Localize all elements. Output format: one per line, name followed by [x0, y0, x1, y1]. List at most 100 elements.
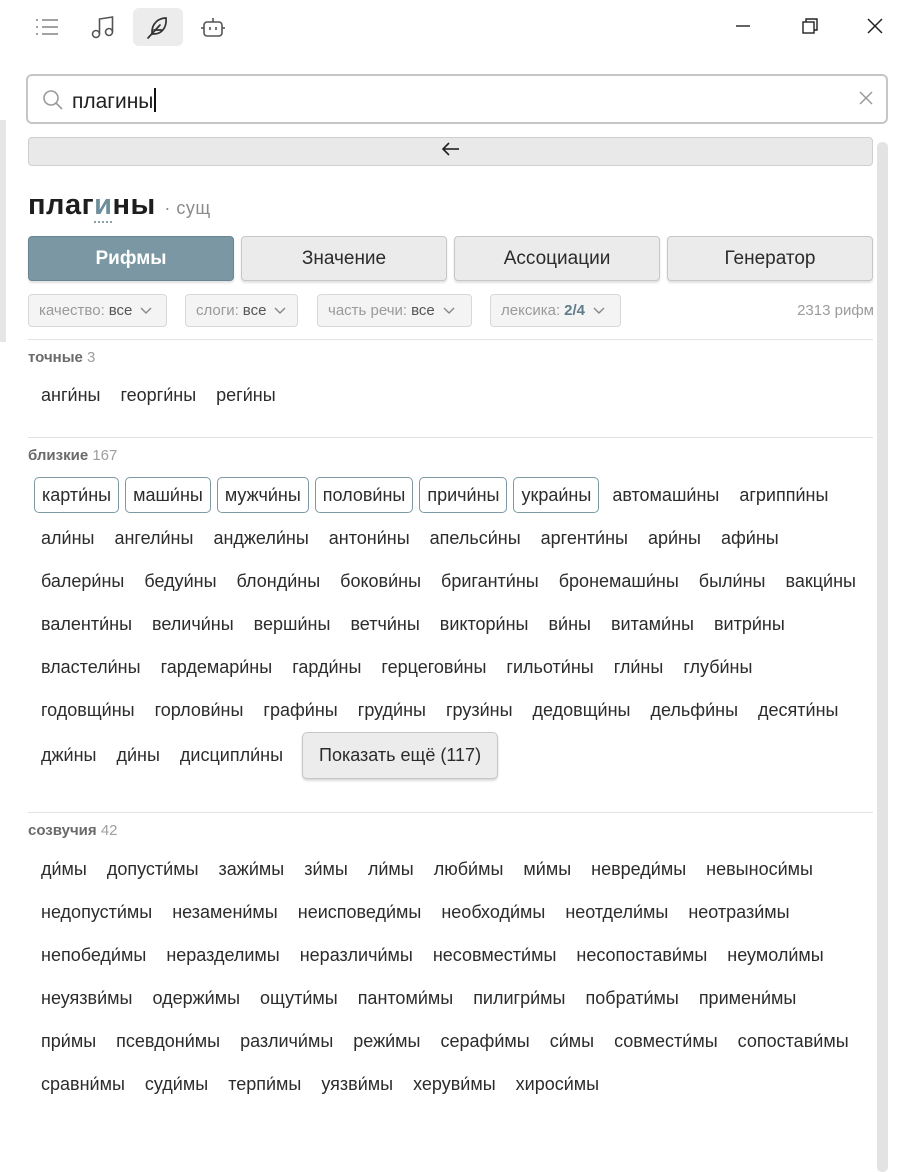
rhyme-word[interactable]: пантоми́мы	[351, 977, 461, 1020]
part-of-speech-filter[interactable]: часть речи: все	[317, 294, 472, 327]
rhyme-word[interactable]: автомаши́ны	[605, 474, 726, 517]
rhyme-word[interactable]: маши́ны	[125, 477, 211, 513]
restore-icon[interactable]	[787, 8, 833, 44]
rhyme-word[interactable]: дисципли́ны	[173, 734, 290, 777]
rhyme-word[interactable]: неразделимы	[159, 934, 286, 977]
close-icon[interactable]	[852, 8, 898, 44]
rhyme-word[interactable]: неотдели́мы	[558, 891, 675, 934]
rhyme-word[interactable]: блонди́ны	[230, 560, 328, 603]
tab-associations[interactable]: Ассоциации	[454, 236, 660, 281]
rhyme-word[interactable]: невыноси́мы	[699, 848, 820, 891]
rhyme-word[interactable]: глуби́ны	[676, 646, 759, 689]
tab-rhymes[interactable]: Рифмы	[28, 236, 234, 281]
rhyme-word[interactable]: ари́ны	[641, 517, 708, 560]
rhyme-word[interactable]: допусти́мы	[100, 848, 206, 891]
rhyme-word[interactable]: ди́ны	[109, 734, 166, 777]
rhyme-word[interactable]: ли́мы	[361, 848, 421, 891]
quality-filter[interactable]: качество: все	[28, 294, 167, 327]
rhyme-word[interactable]: мужчи́ны	[216, 477, 309, 513]
rhyme-word[interactable]: невреди́мы	[584, 848, 693, 891]
rhyme-word[interactable]: при́мы	[34, 1020, 103, 1063]
clear-search-icon[interactable]	[858, 90, 874, 111]
rhyme-word[interactable]: али́ны	[34, 517, 101, 560]
rhyme-word[interactable]: бронемаши́ны	[552, 560, 686, 603]
rhyme-word[interactable]: незамени́мы	[165, 891, 285, 934]
rhyme-word[interactable]: полови́ны	[314, 477, 414, 513]
rhyme-word[interactable]: суди́мы	[138, 1063, 215, 1106]
rhyme-word[interactable]: вакци́ны	[778, 560, 863, 603]
show-more-button[interactable]: Показать ещё (117)	[302, 732, 499, 779]
rhyme-word[interactable]: сопостави́мы	[731, 1020, 856, 1063]
music-note-icon[interactable]	[78, 8, 128, 46]
syllables-filter[interactable]: слоги: все	[185, 294, 298, 327]
rhyme-word[interactable]: хироси́мы	[509, 1063, 606, 1106]
rhyme-word[interactable]: неумоли́мы	[720, 934, 830, 977]
rhyme-word[interactable]: были́ны	[692, 560, 773, 603]
rhyme-word[interactable]: побрати́мы	[579, 977, 686, 1020]
rhyme-word[interactable]: украи́ны	[513, 477, 600, 513]
rhyme-word[interactable]: гардемари́ны	[154, 646, 280, 689]
rhyme-word[interactable]: десяти́ны	[751, 689, 845, 732]
rhyme-word[interactable]: зажи́мы	[212, 848, 292, 891]
rhyme-word[interactable]: ощути́мы	[253, 977, 345, 1020]
rhyme-word[interactable]: карти́ны	[34, 477, 120, 513]
lexicon-filter[interactable]: лексика: 2/4	[490, 294, 621, 327]
rhyme-word[interactable]: серафи́мы	[434, 1020, 537, 1063]
rhyme-word[interactable]: валенти́ны	[34, 603, 139, 646]
rhyme-word[interactable]: необходи́мы	[434, 891, 552, 934]
rhyme-word[interactable]: неотрази́мы	[681, 891, 796, 934]
rhyme-word[interactable]: балери́ны	[34, 560, 131, 603]
rhyme-word[interactable]: витами́ны	[604, 603, 701, 646]
rhyme-word[interactable]: гильоти́ны	[499, 646, 600, 689]
rhyme-word[interactable]: непобеди́мы	[34, 934, 153, 977]
rhyme-word[interactable]: ми́мы	[516, 848, 578, 891]
rhyme-word[interactable]: примени́мы	[692, 977, 804, 1020]
rhyme-word[interactable]: уязви́мы	[314, 1063, 400, 1106]
rhyme-word[interactable]: апельси́ны	[423, 517, 528, 560]
rhyme-word[interactable]: антони́ны	[322, 517, 417, 560]
rhyme-word[interactable]: афи́ны	[714, 517, 786, 560]
rhyme-word[interactable]: бокови́ны	[333, 560, 428, 603]
rhyme-word[interactable]: неуязви́мы	[34, 977, 139, 1020]
rhyme-word[interactable]: аргенти́ны	[534, 517, 635, 560]
rhyme-word[interactable]: си́мы	[543, 1020, 601, 1063]
tab-generator[interactable]: Генератор	[667, 236, 873, 281]
minimize-icon[interactable]	[720, 8, 766, 44]
rhyme-word[interactable]: несовмести́мы	[426, 934, 564, 977]
rhyme-word[interactable]: груди́ны	[351, 689, 433, 732]
rhyme-word[interactable]: бедуи́ны	[137, 560, 223, 603]
rhyme-word[interactable]: люби́мы	[427, 848, 511, 891]
rhyme-word[interactable]: дельфи́ны	[643, 689, 745, 732]
rhyme-word[interactable]: графи́ны	[256, 689, 344, 732]
rhyme-word[interactable]: годовщи́ны	[34, 689, 142, 732]
rhyme-word[interactable]: джи́ны	[34, 734, 103, 777]
rhyme-word[interactable]: горлови́ны	[148, 689, 251, 732]
rhyme-word[interactable]: ви́ны	[541, 603, 598, 646]
rhyme-word[interactable]: несопостави́мы	[569, 934, 714, 977]
rhyme-word[interactable]: режи́мы	[346, 1020, 427, 1063]
rhyme-word[interactable]: анджели́ны	[206, 517, 315, 560]
rhyme-word[interactable]: ди́мы	[34, 848, 94, 891]
rhyme-word[interactable]: георги́ны	[113, 374, 203, 417]
vertical-scrollbar[interactable]	[877, 142, 888, 1172]
rhyme-word[interactable]: величи́ны	[145, 603, 241, 646]
rhyme-word[interactable]: недопусти́мы	[34, 891, 159, 934]
rhyme-word[interactable]: анги́ны	[34, 374, 107, 417]
rhyme-word[interactable]: агриппи́ны	[732, 474, 835, 517]
rhyme-word[interactable]: зи́мы	[297, 848, 355, 891]
rhyme-word[interactable]: одержи́мы	[145, 977, 247, 1020]
rhyme-word[interactable]: неисповеди́мы	[291, 891, 429, 934]
rhyme-word[interactable]: ветчи́ны	[343, 603, 426, 646]
search-field[interactable]: плагины	[26, 74, 888, 124]
search-input[interactable]: плагины	[72, 88, 157, 114]
rhyme-word[interactable]: витри́ны	[707, 603, 792, 646]
rhyme-word[interactable]: совмести́мы	[607, 1020, 725, 1063]
rhyme-word[interactable]: различи́мы	[233, 1020, 340, 1063]
tab-meaning[interactable]: Значение	[241, 236, 447, 281]
rhyme-word[interactable]: ангели́ны	[107, 517, 200, 560]
rhyme-word[interactable]: пилигри́мы	[466, 977, 572, 1020]
rhyme-word[interactable]: неразличи́мы	[293, 934, 420, 977]
rhyme-word[interactable]: герцегови́ны	[374, 646, 493, 689]
rhyme-word[interactable]: реги́ны	[209, 374, 283, 417]
rhyme-word[interactable]: сравни́мы	[34, 1063, 132, 1106]
